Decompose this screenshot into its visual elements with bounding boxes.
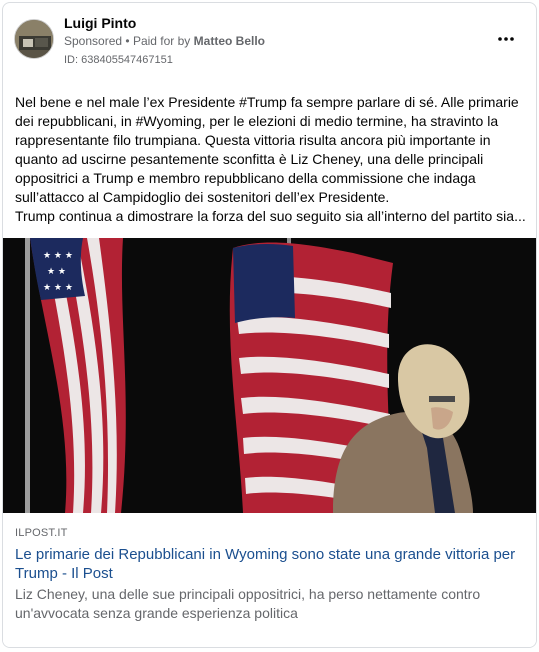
ad-id: ID: 638405547467151 [64,54,173,66]
post-header: Luigi Pinto Sponsored • Paid for by Matt… [3,3,536,83]
author-avatar[interactable] [14,19,54,59]
post-text: Nel bene e nel male l’ex Presidente #Tru… [15,93,527,226]
svg-text:★ ★: ★ ★ [47,267,66,277]
link-description: Liz Cheney, una delle sue principali opp… [15,586,481,621]
link-domain: ILPOST.IT [15,527,68,539]
author-name[interactable]: Luigi Pinto [64,15,136,31]
link-headline[interactable]: Le primarie dei Repubblicani in Wyoming … [15,545,525,583]
link-preview-image[interactable]: ★ ★ ★ ★ ★ ★ ★ ★ [3,238,536,513]
avatar-image [15,20,53,58]
sponsor-name: Matteo Bello [193,34,265,48]
article-photo: ★ ★ ★ ★ ★ ★ ★ ★ [3,238,536,513]
sponsored-label[interactable]: Sponsored [64,34,122,48]
post-text-paragraph: Nel bene e nel male l’ex Presidente #Tru… [15,94,519,205]
post-text-paragraph-truncated[interactable]: Trump continua a dimostrare la forza del… [15,207,527,226]
paid-for-label: Paid for by [132,34,191,48]
more-options-button[interactable] [496,31,516,47]
more-horizontal-icon [498,37,514,41]
svg-text:★ ★ ★: ★ ★ ★ [43,283,73,293]
sponsor-line: Sponsored • Paid for by Matteo Bello [64,34,265,48]
sponsored-post-card: Luigi Pinto Sponsored • Paid for by Matt… [2,2,537,648]
link-preview[interactable]: ILPOST.IT Le primarie dei Repubblicani i… [3,513,536,647]
svg-text:★ ★ ★: ★ ★ ★ [43,251,73,261]
separator-dot: • [125,34,130,48]
